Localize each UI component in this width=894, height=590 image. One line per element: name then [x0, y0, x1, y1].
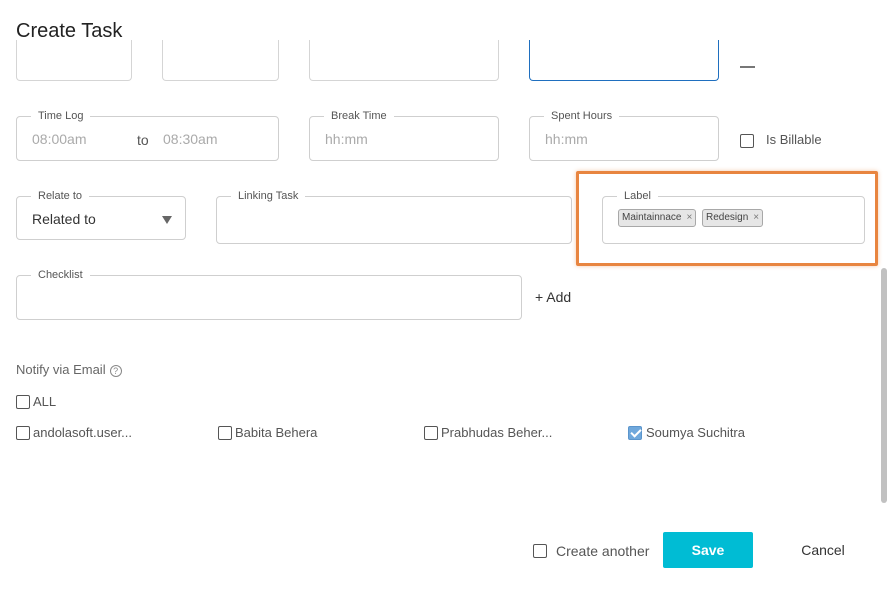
notify-title-text: Notify via Email	[16, 362, 106, 377]
break-time-placeholder: hh:mm	[325, 131, 368, 147]
checklist-label: Checklist	[31, 268, 90, 282]
checklist-field[interactable]: Checklist	[16, 268, 522, 320]
notify-title: Notify via Email?	[16, 362, 122, 377]
spent-hours-placeholder: hh:mm	[545, 131, 588, 147]
notify-user-label: Prabhudas Beher...	[441, 425, 553, 440]
relate-to-select[interactable]: Relate to Related to	[16, 189, 186, 240]
relate-to-label: Relate to	[31, 189, 90, 203]
scrolled-field-2[interactable]	[162, 40, 279, 81]
label-chip: Maintainnace ×	[618, 209, 697, 227]
relate-to-value: Related to	[32, 211, 96, 227]
label-chip-text: Maintainnace	[622, 212, 682, 223]
spent-hours-field[interactable]: Spent Hours hh:mm	[529, 109, 719, 161]
label-chip-text: Redesign	[706, 212, 749, 223]
close-icon[interactable]: ×	[753, 212, 759, 223]
scrolled-field-3[interactable]	[309, 40, 499, 81]
notify-user-label: andolasoft.user...	[33, 425, 133, 440]
create-another-label: Create another	[556, 543, 650, 559]
label-field-label: Label	[617, 189, 658, 203]
spent-hours-label: Spent Hours	[544, 109, 620, 123]
notify-all-label: ALL	[33, 394, 57, 409]
create-another-checkbox[interactable]	[533, 544, 547, 558]
notify-user-label: Babita Behera	[235, 425, 318, 440]
notify-all-checkbox[interactable]	[16, 395, 30, 409]
billable-checkbox[interactable]	[740, 134, 754, 148]
break-time-field[interactable]: Break Time hh:mm	[309, 109, 499, 161]
notify-user-label: Soumya Suchitra	[646, 425, 745, 440]
notify-user-checkbox[interactable]	[218, 426, 232, 440]
scrolled-field-4[interactable]	[529, 40, 719, 81]
notify-user-checkbox[interactable]	[16, 426, 30, 440]
billable-label: Is Billable	[766, 132, 822, 147]
time-log-start[interactable]: 08:00am	[32, 131, 86, 147]
time-log-label: Time Log	[31, 109, 91, 123]
notify-user-checkbox[interactable]	[424, 426, 438, 440]
save-button[interactable]: Save	[663, 532, 753, 568]
minus-icon[interactable]	[740, 66, 755, 68]
break-time-label: Break Time	[324, 109, 394, 123]
label-field[interactable]: Label Maintainnace × Redesign ×	[602, 189, 865, 244]
help-icon[interactable]: ?	[109, 365, 122, 377]
time-log-end[interactable]: 08:30am	[163, 131, 217, 147]
add-checklist-button[interactable]: + Add	[535, 289, 571, 305]
notify-user-checkbox[interactable]	[628, 426, 642, 440]
linking-task-field[interactable]: Linking Task	[216, 189, 572, 244]
chevron-down-icon	[162, 216, 172, 224]
time-log-field[interactable]: Time Log 08:00am to 08:30am	[16, 109, 279, 161]
scrollbar-thumb[interactable]	[881, 268, 887, 503]
scrolled-field-1[interactable]	[16, 40, 132, 81]
linking-task-label: Linking Task	[231, 189, 306, 203]
close-icon[interactable]: ×	[686, 212, 692, 223]
cancel-button[interactable]: Cancel	[785, 532, 861, 568]
label-chip: Redesign ×	[702, 209, 764, 227]
time-log-separator: to	[137, 132, 149, 148]
